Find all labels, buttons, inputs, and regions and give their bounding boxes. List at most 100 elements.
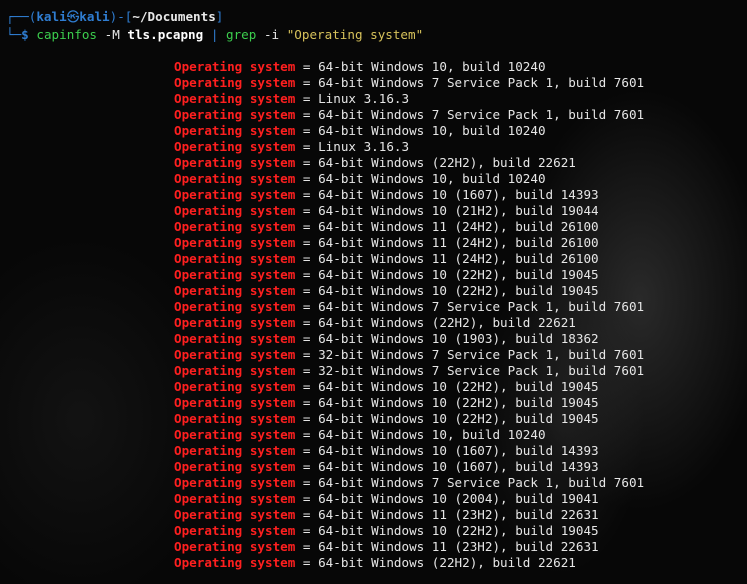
output-line: Operating system = 64-bit Windows 10 (21… bbox=[174, 203, 644, 219]
output-separator: = bbox=[295, 219, 319, 234]
output-os-value: 64-bit Windows 10 (1607), build 14393 bbox=[318, 443, 599, 458]
output-line: Operating system = 64-bit Windows 10 (22… bbox=[174, 523, 644, 539]
output-os-value: 64-bit Windows 10 (2004), build 19041 bbox=[318, 491, 599, 506]
output-os-value: 64-bit Windows 10 (21H2), build 19044 bbox=[318, 203, 599, 218]
output-separator: = bbox=[295, 427, 319, 442]
output-line: Operating system = 64-bit Windows (22H2)… bbox=[174, 155, 644, 171]
output-line: Operating system = 64-bit Windows 7 Serv… bbox=[174, 107, 644, 123]
output-separator: = bbox=[295, 123, 319, 138]
output-separator: = bbox=[295, 235, 319, 250]
output-line: Operating system = 64-bit Windows 10 (19… bbox=[174, 331, 644, 347]
output-separator: = bbox=[295, 555, 319, 570]
output-key-match: Operating system bbox=[174, 411, 296, 426]
grep-pattern: "Operating system" bbox=[286, 27, 424, 42]
output-key-match: Operating system bbox=[174, 155, 296, 170]
output-os-value: 64-bit Windows 7 Service Pack 1, build 7… bbox=[318, 299, 645, 314]
prompt-cmd-prefix: └─ bbox=[6, 27, 22, 42]
output-line: Operating system = 32-bit Windows 7 Serv… bbox=[174, 363, 644, 379]
prompt-frame-open: ┌──( bbox=[6, 9, 37, 24]
output-key-match: Operating system bbox=[174, 379, 296, 394]
output-line: Operating system = 64-bit Windows (22H2)… bbox=[174, 315, 644, 331]
output-line: Operating system = 64-bit Windows 10, bu… bbox=[174, 123, 644, 139]
output-key-match: Operating system bbox=[174, 491, 296, 506]
output-line: Operating system = 64-bit Windows 11 (23… bbox=[174, 539, 644, 555]
output-key-match: Operating system bbox=[174, 59, 296, 74]
output-line: Operating system = 64-bit Windows (22H2)… bbox=[174, 555, 644, 571]
output-os-value: 64-bit Windows 11 (23H2), build 22631 bbox=[318, 507, 599, 522]
output-line: Operating system = 32-bit Windows 7 Serv… bbox=[174, 347, 644, 363]
output-line: Operating system = 64-bit Windows 10 (22… bbox=[174, 411, 644, 427]
output-key-match: Operating system bbox=[174, 299, 296, 314]
output-key-match: Operating system bbox=[174, 507, 296, 522]
output-os-value: 64-bit Windows 10 (1607), build 14393 bbox=[318, 459, 599, 474]
output-separator: = bbox=[295, 267, 319, 282]
output-key-match: Operating system bbox=[174, 219, 296, 234]
output-separator: = bbox=[295, 379, 319, 394]
output-os-value: 64-bit Windows 10, build 10240 bbox=[318, 59, 546, 74]
output-os-value: 64-bit Windows 10 (1607), build 14393 bbox=[318, 187, 599, 202]
output-separator: = bbox=[295, 59, 319, 74]
output-key-match: Operating system bbox=[174, 395, 296, 410]
output-key-match: Operating system bbox=[174, 203, 296, 218]
output-line: Operating system = 64-bit Windows 10 (16… bbox=[174, 443, 644, 459]
output-os-value: 64-bit Windows 10 (1903), build 18362 bbox=[318, 331, 599, 346]
grep-command: grep bbox=[226, 27, 257, 42]
output-separator: = bbox=[295, 491, 319, 506]
output-line: Operating system = 64-bit Windows 10 (22… bbox=[174, 379, 644, 395]
output-key-match: Operating system bbox=[174, 347, 296, 362]
output-key-match: Operating system bbox=[174, 251, 296, 266]
output-line: Operating system = 64-bit Windows 11 (24… bbox=[174, 251, 644, 267]
output-separator: = bbox=[295, 315, 319, 330]
output-key-match: Operating system bbox=[174, 123, 296, 138]
output-separator: = bbox=[295, 155, 319, 170]
output-os-value: 32-bit Windows 7 Service Pack 1, build 7… bbox=[318, 347, 645, 362]
output-separator: = bbox=[295, 251, 319, 266]
prompt-dollar: $ bbox=[21, 27, 29, 42]
output-separator: = bbox=[295, 539, 319, 554]
pipe-operator: | bbox=[210, 27, 219, 42]
output-os-value: 64-bit Windows 7 Service Pack 1, build 7… bbox=[318, 75, 645, 90]
output-line: Operating system = Linux 3.16.3 bbox=[174, 139, 644, 155]
output-separator: = bbox=[295, 331, 319, 346]
output-os-value: 64-bit Windows 10 (22H2), build 19045 bbox=[318, 395, 599, 410]
output-separator: = bbox=[295, 139, 319, 154]
output-separator: = bbox=[295, 75, 319, 90]
output-line: Operating system = 64-bit Windows 10 (22… bbox=[174, 395, 644, 411]
command-name: capinfos bbox=[36, 27, 98, 42]
prompt-user: kali bbox=[36, 9, 67, 24]
output-key-match: Operating system bbox=[174, 139, 296, 154]
output-os-value: Linux 3.16.3 bbox=[318, 91, 410, 106]
output-line: Operating system = 64-bit Windows 10 (20… bbox=[174, 491, 644, 507]
output-separator: = bbox=[295, 107, 319, 122]
output-line: Operating system = 64-bit Windows 7 Serv… bbox=[174, 75, 644, 91]
output-separator: = bbox=[295, 459, 319, 474]
grep-flag: -i bbox=[263, 27, 280, 42]
output-separator: = bbox=[295, 203, 319, 218]
output-separator: = bbox=[295, 187, 319, 202]
output-separator: = bbox=[295, 475, 319, 490]
output-key-match: Operating system bbox=[174, 91, 296, 106]
output-key-match: Operating system bbox=[174, 523, 296, 538]
output-os-value: 64-bit Windows 11 (24H2), build 26100 bbox=[318, 219, 599, 234]
output-os-value: 64-bit Windows 10 (22H2), build 19045 bbox=[318, 379, 599, 394]
command-file-arg: tls.pcapng bbox=[127, 27, 204, 42]
output-separator: = bbox=[295, 283, 319, 298]
output-os-value: 64-bit Windows 10 (22H2), build 19045 bbox=[318, 411, 599, 426]
output-line: Operating system = 64-bit Windows 11 (23… bbox=[174, 507, 644, 523]
output-line: Operating system = 64-bit Windows 7 Serv… bbox=[174, 475, 644, 491]
output-separator: = bbox=[295, 91, 319, 106]
output-os-value: 64-bit Windows 10, build 10240 bbox=[318, 123, 546, 138]
terminal-window[interactable]: ┌──(kali㉿kali)-[~/Documents] └─$ capinfo… bbox=[0, 0, 747, 584]
output-separator: = bbox=[295, 523, 319, 538]
output-os-value: 64-bit Windows 10 (22H2), build 19045 bbox=[318, 523, 599, 538]
output-key-match: Operating system bbox=[174, 187, 296, 202]
output-key-match: Operating system bbox=[174, 75, 296, 90]
output-key-match: Operating system bbox=[174, 267, 296, 282]
output-os-value: 64-bit Windows 7 Service Pack 1, build 7… bbox=[318, 475, 645, 490]
output-separator: = bbox=[295, 299, 319, 314]
output-key-match: Operating system bbox=[174, 539, 296, 554]
command-line[interactable]: └─$ capinfos -M tls.pcapng | grep -i "Op… bbox=[6, 27, 423, 43]
output-key-match: Operating system bbox=[174, 235, 296, 250]
output-line: Operating system = 64-bit Windows 10 (16… bbox=[174, 459, 644, 475]
output-line: Operating system = 64-bit Windows 11 (24… bbox=[174, 235, 644, 251]
